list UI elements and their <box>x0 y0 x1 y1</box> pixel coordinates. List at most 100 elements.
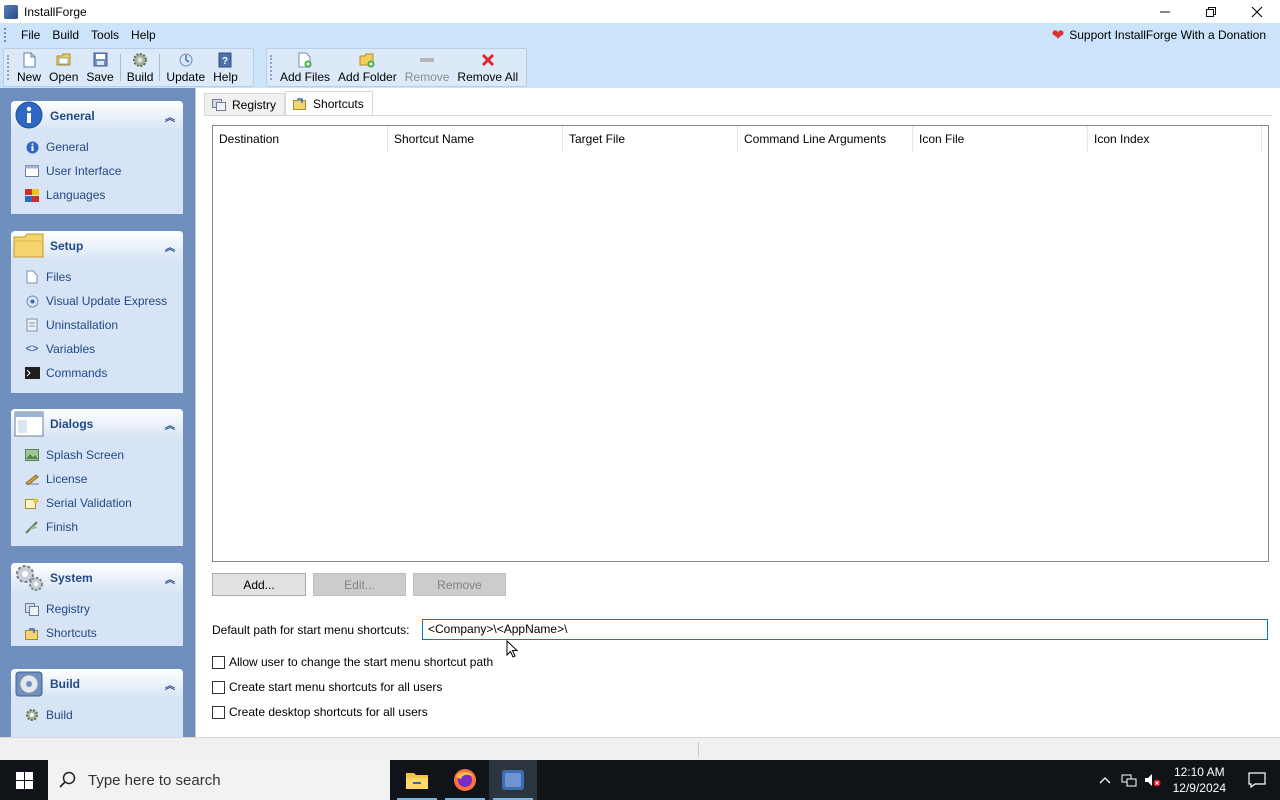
clock-date: 12/9/2024 <box>1172 781 1226 795</box>
column-header-target-file[interactable]: Target File <box>563 126 738 152</box>
add-shortcut-button[interactable]: Add... <box>212 573 306 596</box>
sidebar-item-user-interface[interactable]: User Interface <box>11 159 183 183</box>
collapse-icon[interactable]: ︽ <box>165 109 175 124</box>
default-path-input[interactable]: <Company>\<AppName>\ <box>422 619 1268 640</box>
close-button[interactable] <box>1234 0 1280 23</box>
group-header-general[interactable]: General ︽ <box>11 101 183 131</box>
sidebar: General ︽ General User Interface Languag… <box>0 88 195 737</box>
sidebar-item-label: Files <box>46 270 72 284</box>
sidebar-item-registry[interactable]: Registry <box>11 597 183 621</box>
sidebar-item-build[interactable]: Build <box>11 703 183 727</box>
tab-registry[interactable]: Registry <box>204 93 286 115</box>
edit-shortcut-button[interactable]: Edit... <box>313 573 406 596</box>
sidebar-item-finish[interactable]: Finish <box>11 515 183 539</box>
menu-tools[interactable]: Tools <box>85 23 125 47</box>
checkbox-box[interactable] <box>212 655 225 669</box>
volume-muted-icon[interactable] <box>1141 773 1165 787</box>
list-header: Destination Shortcut Name Target File Co… <box>213 126 1268 152</box>
start-menu-all-users-checkbox[interactable]: Create start menu shortcuts for all user… <box>212 679 442 695</box>
group-header-build[interactable]: Build ︽ <box>11 669 183 699</box>
sidebar-item-label: Variables <box>46 342 96 356</box>
collapse-icon[interactable]: ︽ <box>165 239 175 254</box>
picture-icon <box>24 447 40 463</box>
column-header-icon-file[interactable]: Icon File <box>913 126 1088 152</box>
taskbar-search[interactable]: Type here to search <box>48 760 390 800</box>
group-items-build: Build <box>11 699 183 733</box>
restore-icon <box>1206 6 1216 17</box>
sidebar-item-languages[interactable]: Languages <box>11 183 183 207</box>
checkbox-box[interactable] <box>212 680 225 694</box>
sidebar-item-shortcuts[interactable]: Shortcuts <box>11 621 183 645</box>
sidebar-group-setup: Setup ︽ Files Visual Update Express Unin… <box>11 231 183 393</box>
taskbar-file-explorer[interactable] <box>393 760 441 800</box>
start-button[interactable] <box>0 760 48 800</box>
sidebar-item-splash-screen[interactable]: Splash Screen <box>11 443 183 467</box>
collapse-icon[interactable]: ︽ <box>165 571 175 586</box>
desktop-all-users-checkbox[interactable]: Create desktop shortcuts for all users <box>212 704 428 720</box>
add-folder-button[interactable]: Add Folder <box>334 49 401 86</box>
status-bar <box>0 737 1280 760</box>
restore-button[interactable] <box>1188 0 1234 23</box>
save-button[interactable]: Save <box>82 49 117 86</box>
open-button[interactable]: Open <box>45 49 82 86</box>
new-button[interactable]: New <box>13 49 45 86</box>
collapse-icon[interactable]: ︽ <box>165 677 175 692</box>
column-header-icon-index[interactable]: Icon Index <box>1088 126 1262 152</box>
folder-icon <box>13 229 45 261</box>
column-header-destination[interactable]: Destination <box>213 126 388 152</box>
group-header-setup[interactable]: Setup ︽ <box>11 231 183 261</box>
taskbar-clock[interactable]: 12:10 AM 12/9/2024 <box>1173 764 1226 796</box>
help-button[interactable]: ? Help <box>209 49 242 86</box>
build-button[interactable]: Build <box>123 49 158 86</box>
taskbar-installforge[interactable] <box>489 760 537 800</box>
sidebar-item-files[interactable]: Files <box>11 265 183 289</box>
group-header-system[interactable]: System ︽ <box>11 563 183 593</box>
new-label: New <box>17 70 42 84</box>
ribbon: File Build Tools Help ❤ Support InstallF… <box>0 23 1280 88</box>
remove-all-button[interactable]: Remove All <box>453 49 522 86</box>
menu-help[interactable]: Help <box>125 23 162 47</box>
remove-shortcut-button[interactable]: Remove <box>413 573 506 596</box>
add-files-button[interactable]: Add Files <box>276 49 334 86</box>
clock-time: 12:10 AM <box>1173 765 1225 779</box>
network-icon[interactable] <box>1117 773 1141 787</box>
sidebar-item-commands[interactable]: Commands <box>11 361 183 385</box>
help-label: Help <box>213 70 238 84</box>
group-title-system: System <box>50 571 93 585</box>
taskbar-firefox[interactable] <box>441 760 489 800</box>
registry-icon <box>24 601 40 617</box>
sidebar-group-general: General ︽ General User Interface Languag… <box>11 101 183 214</box>
checkbox-box[interactable] <box>212 705 225 719</box>
checkbox-label: Create desktop shortcuts for all users <box>229 705 428 719</box>
collapse-icon[interactable]: ︽ <box>165 417 175 432</box>
column-header-command-line-arguments[interactable]: Command Line Arguments <box>738 126 913 152</box>
taskbar: Type here to search 12:10 AM 12/9/2024 <box>0 760 1280 800</box>
menu-build[interactable]: Build <box>46 23 85 47</box>
tab-shortcuts[interactable]: Shortcuts <box>285 91 373 115</box>
chevron-up-icon[interactable] <box>1093 776 1117 784</box>
minimize-button[interactable] <box>1142 0 1188 23</box>
sidebar-item-visual-update-express[interactable]: Visual Update Express <box>11 289 183 313</box>
sidebar-item-variables[interactable]: <> Variables <box>11 337 183 361</box>
sidebar-item-label: Build <box>46 708 73 722</box>
notification-icon[interactable] <box>1234 772 1280 788</box>
build-gear-icon <box>132 51 148 68</box>
sidebar-item-serial-validation[interactable]: Serial Validation <box>11 491 183 515</box>
heart-icon: ❤ <box>1051 27 1065 44</box>
donation-link[interactable]: ❤ Support InstallForge With a Donation <box>1052 23 1266 47</box>
sidebar-item-license[interactable]: License <box>11 467 183 491</box>
update-button[interactable]: Update <box>162 49 209 86</box>
sidebar-item-general[interactable]: General <box>11 135 183 159</box>
sidebar-item-uninstallation[interactable]: Uninstallation <box>11 313 183 337</box>
remove-toolbar-button[interactable]: Remove <box>401 49 454 86</box>
help-book-icon: ? <box>217 51 233 68</box>
remove-all-label: Remove All <box>457 70 519 84</box>
new-file-icon <box>21 51 37 68</box>
allow-change-path-checkbox[interactable]: Allow user to change the start menu shor… <box>212 654 493 670</box>
group-header-dialogs[interactable]: Dialogs ︽ <box>11 409 183 439</box>
shortcuts-list[interactable]: Destination Shortcut Name Target File Co… <box>212 125 1269 562</box>
save-label: Save <box>86 70 114 84</box>
column-header-shortcut-name[interactable]: Shortcut Name <box>388 126 563 152</box>
sidebar-item-label: Registry <box>46 602 91 616</box>
menu-file[interactable]: File <box>15 23 46 47</box>
